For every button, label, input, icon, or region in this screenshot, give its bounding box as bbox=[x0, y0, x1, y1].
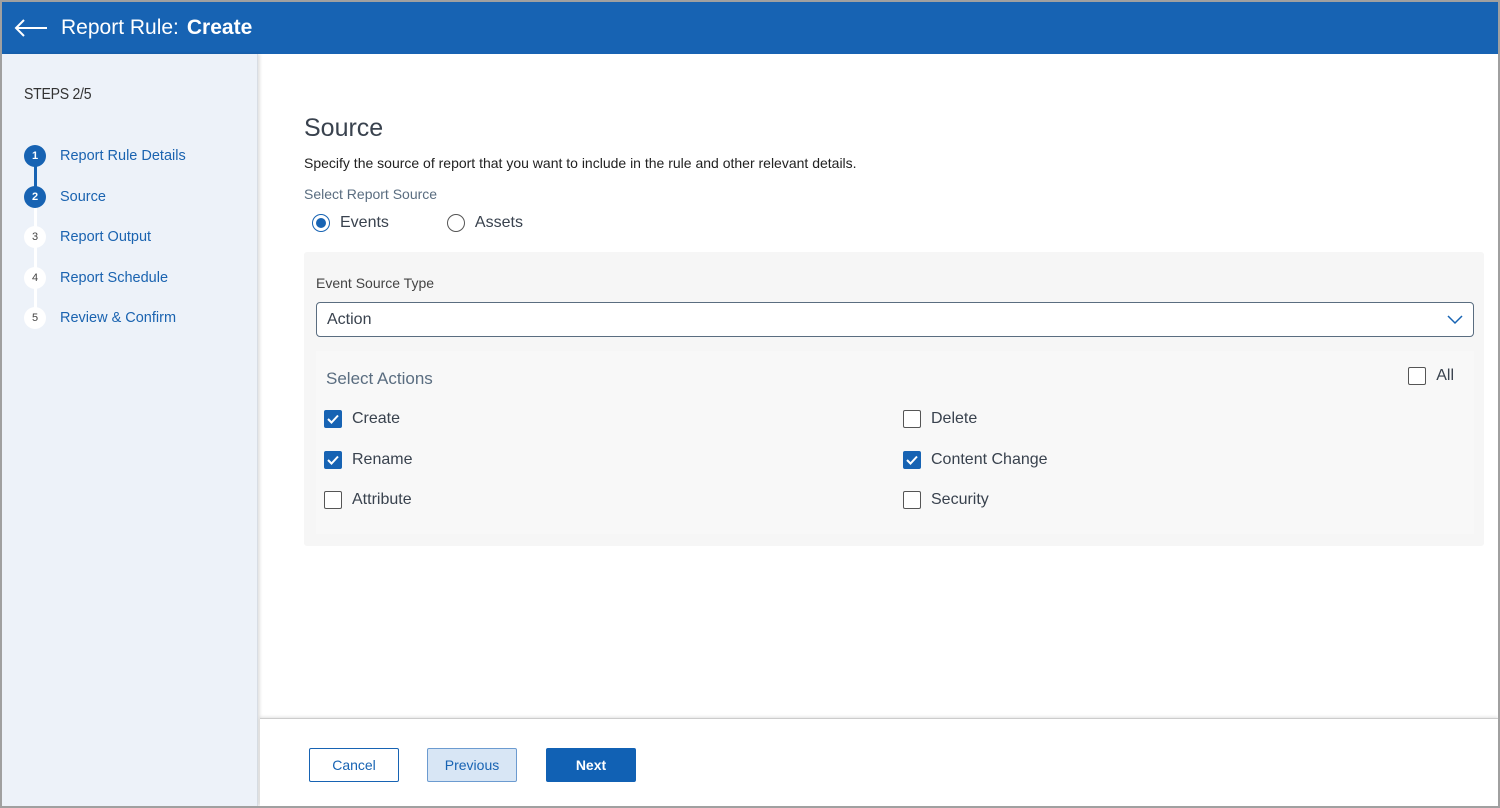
chevron-down-icon bbox=[1447, 315, 1463, 325]
header-title-prefix: Report Rule: bbox=[61, 16, 179, 39]
back-button[interactable] bbox=[14, 16, 50, 40]
select-actions-area: Select Actions All Create Delete Rename … bbox=[316, 351, 1474, 534]
checkbox-rename[interactable]: Rename bbox=[324, 451, 412, 469]
cancel-button[interactable]: Cancel bbox=[309, 748, 399, 782]
step-label: Report Schedule bbox=[60, 269, 169, 286]
step-number-badge: 1 bbox=[24, 145, 46, 168]
steps-sidebar: STEPS 2/5 1 Report Rule Details 2 Source… bbox=[2, 54, 258, 806]
header-title-action: Create bbox=[186, 16, 253, 39]
report-source-radio-group: Events Assets bbox=[312, 214, 581, 232]
checkbox-box-checked[interactable] bbox=[324, 410, 342, 428]
wizard-footer: Cancel Previous Next bbox=[260, 718, 1498, 806]
step-number-badge: 4 bbox=[24, 266, 46, 289]
steps-progress-title: STEPS 2/5 bbox=[24, 86, 92, 103]
checkbox-delete[interactable]: Delete bbox=[903, 410, 977, 428]
page-title-header: Report Rule: Create bbox=[61, 16, 252, 40]
step-review-confirm[interactable]: 5 Review & Confirm bbox=[24, 298, 186, 339]
checkmark-icon bbox=[327, 414, 339, 424]
step-source[interactable]: 2 Source bbox=[24, 177, 186, 218]
checkbox-label: Create bbox=[352, 410, 401, 427]
app-window: Report Rule: Create STEPS 2/5 1 Report Ru… bbox=[2, 2, 1498, 806]
checkbox-create[interactable]: Create bbox=[324, 410, 400, 428]
checkmark-icon bbox=[906, 455, 918, 465]
checkbox-attribute[interactable]: Attribute bbox=[324, 491, 412, 509]
section-title: Source bbox=[304, 114, 384, 142]
step-connector-pending bbox=[33, 196, 37, 320]
step-label: Source bbox=[60, 188, 106, 205]
radio-label: Events bbox=[340, 214, 389, 231]
step-number-badge: 2 bbox=[24, 185, 46, 208]
checkmark-icon bbox=[327, 455, 339, 465]
step-report-rule-details[interactable]: 1 Report Rule Details bbox=[24, 136, 186, 177]
select-value: Action bbox=[327, 311, 372, 328]
radio-events[interactable]: Events bbox=[312, 214, 389, 232]
event-source-type-label: Event Source Type bbox=[316, 275, 435, 291]
checkbox-label: Delete bbox=[931, 410, 978, 427]
checkbox-box[interactable] bbox=[324, 491, 342, 509]
step-label: Report Output bbox=[60, 229, 152, 246]
checkbox-all[interactable]: All bbox=[1408, 367, 1454, 385]
report-source-label: Select Report Source bbox=[304, 186, 438, 202]
step-number-badge: 5 bbox=[24, 307, 46, 330]
radio-label: Assets bbox=[474, 214, 523, 231]
checkbox-box-checked[interactable] bbox=[903, 451, 921, 469]
section-description: Specify the source of report that you wa… bbox=[304, 155, 857, 171]
radio-assets[interactable]: Assets bbox=[446, 214, 523, 232]
event-source-panel: Event Source Type Action Select Actions … bbox=[304, 252, 1484, 546]
checkbox-box[interactable] bbox=[1408, 367, 1427, 385]
steps-list: 1 Report Rule Details 2 Source 3 Report … bbox=[24, 136, 186, 339]
checkbox-label: All bbox=[1436, 367, 1454, 384]
next-button[interactable]: Next bbox=[546, 748, 636, 782]
step-report-schedule[interactable]: 4 Report Schedule bbox=[24, 258, 186, 299]
select-actions-title: Select Actions bbox=[326, 369, 433, 388]
page-header: Report Rule: Create bbox=[2, 2, 1498, 54]
step-report-output[interactable]: 3 Report Output bbox=[24, 217, 186, 258]
previous-button[interactable]: Previous bbox=[427, 748, 517, 782]
checkbox-label: Attribute bbox=[352, 491, 412, 508]
checkbox-content-change[interactable]: Content Change bbox=[903, 451, 1048, 469]
event-source-type-select[interactable]: Action bbox=[316, 302, 1474, 337]
checkbox-label: Content Change bbox=[931, 451, 1048, 468]
radio-indicator-checked[interactable] bbox=[312, 214, 330, 232]
checkbox-label: Rename bbox=[352, 451, 413, 468]
step-label: Review & Confirm bbox=[60, 310, 177, 327]
checkbox-security[interactable]: Security bbox=[903, 491, 989, 509]
checkbox-box-checked[interactable] bbox=[324, 451, 342, 469]
arrow-left-icon bbox=[14, 19, 47, 37]
step-number-badge: 3 bbox=[24, 226, 46, 249]
step-label: Report Rule Details bbox=[60, 148, 186, 165]
checkbox-box[interactable] bbox=[903, 491, 921, 509]
checkbox-box[interactable] bbox=[903, 410, 921, 428]
radio-indicator[interactable] bbox=[446, 214, 465, 232]
main-content: Source Specify the source of report that… bbox=[260, 54, 1498, 718]
checkbox-label: Security bbox=[931, 491, 989, 508]
